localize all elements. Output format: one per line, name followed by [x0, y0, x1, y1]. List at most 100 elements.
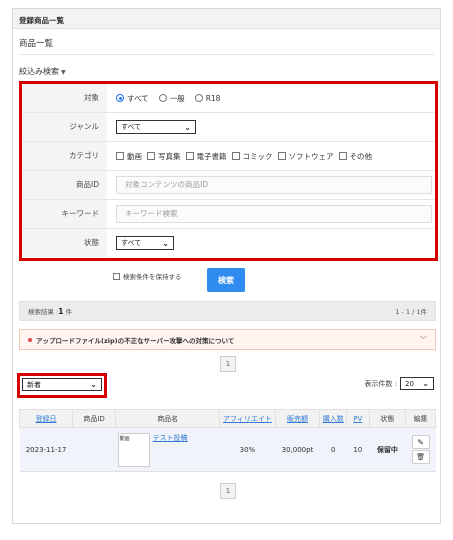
- sort-select-highlight: 新着 ⌄: [17, 373, 107, 398]
- keep-conditions-checkbox[interactable]: 検索条件を保持する: [113, 271, 182, 281]
- panel-header: 登録商品一覧: [13, 9, 440, 29]
- col-header-price[interactable]: 販売額: [274, 409, 321, 428]
- alert-dot-icon: [28, 337, 32, 342]
- checkbox-icon: [116, 152, 124, 160]
- radio-r18[interactable]: R18: [194, 93, 221, 103]
- thumb-tag: 動画: [119, 435, 130, 442]
- product-id-input[interactable]: 対象コンテンツの商品ID: [116, 176, 432, 194]
- cell-pv: 10: [346, 427, 370, 472]
- filter-label-status: 状態: [22, 229, 107, 257]
- filter-row-target: 対象 すべて 一般 R18: [22, 84, 435, 113]
- sort-select[interactable]: 新着 ⌄: [22, 378, 102, 391]
- col-header-pv[interactable]: PV: [346, 409, 370, 428]
- cell-status: 保留中: [369, 427, 406, 472]
- checkbox-icon: [147, 152, 155, 160]
- chevron-down-icon: ⌄: [422, 379, 429, 388]
- cell-purchases: 0: [319, 427, 347, 472]
- col-header-edit: 編集: [405, 409, 436, 428]
- checkbox-software[interactable]: ソフトウェア: [277, 151, 334, 162]
- chevron-down-icon: ⌄: [162, 238, 169, 248]
- filter-row-keyword: キーワード キーワード検索: [22, 200, 435, 229]
- cell-edit: ✎ 🗑: [405, 427, 436, 472]
- notice-banner[interactable]: アップロードファイル(zip)の不正なサーバー攻撃への対策について ﹀: [19, 329, 436, 350]
- genre-select[interactable]: すべて ⌄: [116, 120, 196, 134]
- chevron-down-icon: ⌄: [184, 122, 191, 132]
- filter-row-status: 状態 すべて ⌄: [22, 229, 435, 258]
- col-header-product-id: 商品ID: [72, 409, 117, 428]
- divider: [19, 54, 434, 55]
- status-select[interactable]: すべて ⌄: [116, 236, 174, 250]
- per-page: 表示件数 : 20 ⌄: [364, 377, 434, 390]
- result-range: 1 - 1 / 1件: [395, 308, 427, 316]
- radio-label: R18: [205, 93, 221, 103]
- cell-date: 2023-11-17: [19, 427, 73, 472]
- per-page-value: 20: [405, 379, 414, 388]
- filter-toggle[interactable]: 絞込み検索 ▼: [19, 66, 66, 77]
- filter-row-category: カテゴリ 動画 写真集 電子書籍 コミック ソフトウェア その他: [22, 142, 435, 171]
- chevron-down-icon: ﹀: [420, 335, 427, 344]
- radio-selected-icon: [116, 94, 124, 102]
- caret-down-icon: ▼: [61, 69, 66, 76]
- notice-text: アップロードファイル(zip)の不正なサーバー攻撃への対策について: [36, 336, 235, 345]
- filter-row-product-id: 商品ID 対象コンテンツの商品ID: [22, 171, 435, 200]
- filter-label-product-id: 商品ID: [22, 171, 107, 199]
- table-row: 2023-11-17 動画 テスト投稿 30% 30,000pt 0 10 保留中…: [19, 427, 436, 472]
- checkbox-other[interactable]: その他: [338, 151, 373, 162]
- checkbox-label: 写真集: [158, 151, 181, 161]
- page-title: 商品一覧: [19, 39, 54, 49]
- edit-button[interactable]: ✎: [411, 435, 430, 449]
- checkbox-label: 電子書籍: [196, 151, 227, 161]
- radio-label: 一般: [169, 93, 185, 103]
- checkbox-video[interactable]: 動画: [116, 151, 142, 162]
- checkbox-icon: [185, 152, 194, 160]
- filter-label-target: 対象: [22, 84, 107, 112]
- delete-button[interactable]: 🗑: [411, 450, 430, 464]
- checkbox-label: コミック: [242, 151, 273, 161]
- radio-icon: [158, 94, 167, 102]
- pagination-page[interactable]: 1: [220, 356, 236, 372]
- filter-label-genre: ジャンル: [22, 113, 107, 141]
- cell-price: 30,000pt: [275, 427, 320, 472]
- radio-icon: [194, 94, 203, 102]
- pagination-page-bottom[interactable]: 1: [220, 483, 236, 499]
- filter-form: 対象 すべて 一般 R18 ジャンル すべて ⌄ カテゴリ 動画 写真集 電子書籍…: [19, 81, 438, 261]
- radio-label: すべて: [127, 93, 149, 103]
- chevron-down-icon: ⌄: [90, 380, 97, 389]
- status-select-value: すべて: [121, 239, 142, 247]
- search-button[interactable]: 検索: [207, 268, 245, 292]
- checkbox-photobook[interactable]: 写真集: [147, 151, 181, 162]
- trash-icon: 🗑: [416, 453, 426, 461]
- checkbox-comic[interactable]: コミック: [231, 151, 273, 162]
- checkbox-icon: [277, 152, 286, 160]
- keyword-input[interactable]: キーワード検索: [116, 205, 432, 223]
- product-table: 登録日 商品ID 商品名 アフィリエイト 販売額 購入数 PV 状態 編集 20…: [18, 409, 436, 472]
- col-header-affiliate[interactable]: アフィリエイト: [219, 409, 276, 428]
- filter-label-category: カテゴリ: [22, 142, 107, 170]
- filter-toggle-label: 絞込み検索: [19, 67, 59, 76]
- checkbox-icon: [231, 152, 240, 160]
- result-summary: 検索結果 :1 件 1 - 1 / 1件: [19, 301, 436, 321]
- col-header-status: 状態: [368, 409, 407, 428]
- checkbox-label: ソフトウェア: [288, 151, 334, 161]
- col-header-purchases[interactable]: 購入数: [319, 409, 348, 428]
- genre-select-value: すべて: [121, 123, 142, 131]
- checkbox-icon: [338, 152, 347, 160]
- checkbox-label: その他: [349, 151, 373, 161]
- filter-label-keyword: キーワード: [22, 200, 107, 228]
- checkbox-icon: [113, 272, 120, 280]
- product-thumbnail[interactable]: 動画: [117, 432, 150, 467]
- cell-product-id: [72, 427, 116, 472]
- radio-all[interactable]: すべて: [116, 93, 149, 104]
- checkbox-ebook[interactable]: 電子書籍: [185, 151, 227, 162]
- product-link[interactable]: テスト投稿: [153, 434, 188, 442]
- checkbox-label: 動画: [127, 151, 142, 161]
- per-page-select[interactable]: 20 ⌄: [400, 377, 434, 390]
- product-list-panel: 登録商品一覧 商品一覧 絞込み検索 ▼ 対象 すべて 一般 R18 ジャンル すべ…: [12, 8, 441, 524]
- col-header-date[interactable]: 登録日: [18, 409, 74, 428]
- pencil-icon: ✎: [417, 437, 424, 447]
- result-count-value: 1: [58, 307, 64, 316]
- cell-affiliate: 30%: [219, 427, 275, 472]
- radio-general[interactable]: 一般: [158, 93, 185, 104]
- keep-conditions-label: 検索条件を保持する: [123, 273, 182, 281]
- per-page-label: 表示件数 :: [364, 379, 397, 388]
